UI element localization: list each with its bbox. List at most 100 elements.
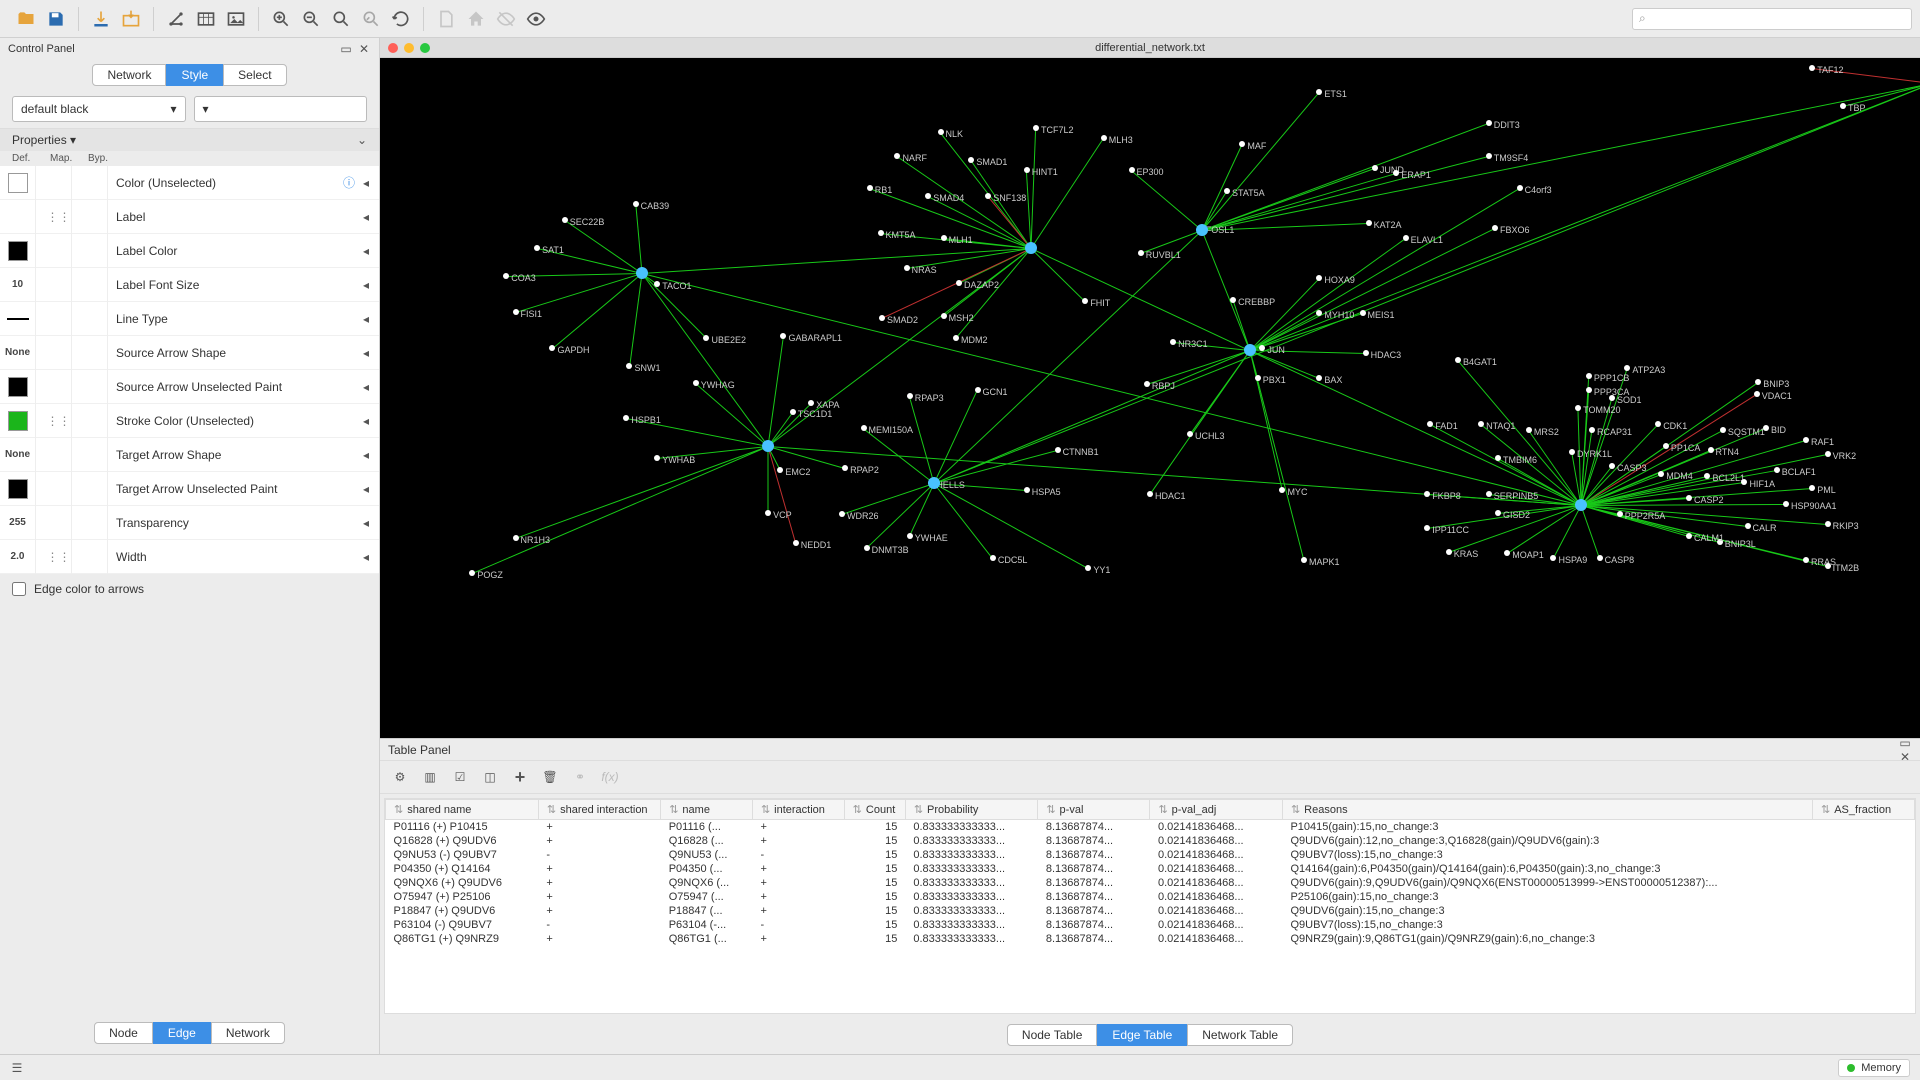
add-icon[interactable]: + xyxy=(510,767,530,787)
tab-network[interactable]: Network xyxy=(211,1022,285,1044)
save-icon[interactable] xyxy=(44,7,68,31)
network-node[interactable] xyxy=(975,387,981,393)
table-row[interactable]: O75947 (+) P25106+O75947 (...+150.833333… xyxy=(386,890,1915,904)
mapping-cell[interactable] xyxy=(36,438,72,472)
zoom-in-icon[interactable] xyxy=(269,7,293,31)
network-node[interactable] xyxy=(1138,250,1144,256)
network-node[interactable] xyxy=(1187,431,1193,437)
network-node[interactable] xyxy=(1492,225,1498,231)
network-node[interactable] xyxy=(703,335,709,341)
network-node[interactable] xyxy=(861,425,867,431)
network-node[interactable] xyxy=(1617,511,1623,517)
network-node[interactable] xyxy=(1372,165,1378,171)
expand-caret-icon[interactable]: ◂ xyxy=(359,312,373,326)
function-label[interactable]: f(x) xyxy=(600,767,620,787)
traffic-max-icon[interactable] xyxy=(420,43,430,53)
network-node[interactable] xyxy=(1495,455,1501,461)
property-row[interactable]: Line Type◂ xyxy=(0,302,379,336)
bypass-cell[interactable] xyxy=(72,336,108,370)
expand-caret-icon[interactable]: ◂ xyxy=(359,244,373,258)
network-node[interactable] xyxy=(907,533,913,539)
property-row[interactable]: Target Arrow Unselected Paint◂ xyxy=(0,472,379,506)
network-node[interactable] xyxy=(1366,220,1372,226)
network-node[interactable] xyxy=(956,280,962,286)
mapping-cell[interactable] xyxy=(36,336,72,370)
network-node[interactable] xyxy=(1495,510,1501,516)
network-node[interactable] xyxy=(1024,487,1030,493)
bypass-cell[interactable] xyxy=(72,268,108,302)
network-node[interactable] xyxy=(1316,275,1322,281)
bypass-cell[interactable] xyxy=(72,540,108,574)
default-swatch[interactable] xyxy=(0,370,36,404)
network-node[interactable] xyxy=(1840,103,1846,109)
network-node[interactable] xyxy=(1655,421,1661,427)
list-icon[interactable]: ☰ xyxy=(10,1061,24,1075)
network-node[interactable] xyxy=(1424,525,1430,531)
mapping-cell[interactable] xyxy=(36,234,72,268)
expand-caret-icon[interactable]: ◂ xyxy=(359,346,373,360)
network-node[interactable] xyxy=(990,555,996,561)
network-node[interactable] xyxy=(1754,391,1760,397)
network-node[interactable] xyxy=(790,409,796,415)
network-hub-node[interactable] xyxy=(1575,499,1587,511)
network-node[interactable] xyxy=(1741,479,1747,485)
network-node[interactable] xyxy=(879,315,885,321)
data-grid[interactable]: ⇅shared name⇅shared interaction⇅name⇅int… xyxy=(384,798,1916,1014)
network-node[interactable] xyxy=(1609,395,1615,401)
traffic-close-icon[interactable] xyxy=(388,43,398,53)
network-node[interactable] xyxy=(1082,298,1088,304)
network-node[interactable] xyxy=(1658,471,1664,477)
network-node[interactable] xyxy=(1569,449,1575,455)
network-node[interactable] xyxy=(693,380,699,386)
network-node[interactable] xyxy=(549,345,555,351)
toolbar-search[interactable]: ⌕ xyxy=(1632,8,1912,30)
bypass-cell[interactable] xyxy=(72,506,108,540)
network-node[interactable] xyxy=(1486,153,1492,159)
property-row[interactable]: Color (Unselected)ⓘ◂ xyxy=(0,166,379,200)
network-node[interactable] xyxy=(904,265,910,271)
network-node[interactable] xyxy=(780,333,786,339)
show-icon[interactable] xyxy=(524,7,548,31)
network-node[interactable] xyxy=(1517,185,1523,191)
network-node[interactable] xyxy=(1575,405,1581,411)
network-node[interactable] xyxy=(1393,170,1399,176)
network-node[interactable] xyxy=(1279,487,1285,493)
style-options-button[interactable]: ▾ xyxy=(194,96,368,122)
network-node[interactable] xyxy=(1586,373,1592,379)
network-node[interactable] xyxy=(1504,550,1510,556)
bypass-cell[interactable] xyxy=(72,370,108,404)
default-swatch[interactable] xyxy=(0,404,36,438)
expand-caret-icon[interactable]: ◂ xyxy=(359,210,373,224)
network-node[interactable] xyxy=(1239,141,1245,147)
float-window-icon[interactable]: ▭ xyxy=(339,42,353,56)
gear-icon[interactable]: ⚙ xyxy=(390,767,410,787)
network-node[interactable] xyxy=(1809,485,1815,491)
network-node[interactable] xyxy=(1301,557,1307,563)
home-icon[interactable] xyxy=(464,7,488,31)
network-node[interactable] xyxy=(1424,491,1430,497)
default-swatch[interactable] xyxy=(0,166,36,200)
properties-label[interactable]: Properties ▾ xyxy=(12,133,76,147)
traffic-min-icon[interactable] xyxy=(404,43,414,53)
network-node[interactable] xyxy=(1147,491,1153,497)
default-swatch[interactable] xyxy=(0,472,36,506)
new-document-icon[interactable] xyxy=(434,7,458,31)
network-node[interactable] xyxy=(968,157,974,163)
network-node[interactable] xyxy=(1624,365,1630,371)
table-row[interactable]: P01116 (+) P10415+P01116 (...+150.833333… xyxy=(386,820,1915,835)
network-node[interactable] xyxy=(633,201,639,207)
property-row[interactable]: 255Transparency◂ xyxy=(0,506,379,540)
network-node[interactable] xyxy=(1825,563,1831,569)
network-node[interactable] xyxy=(1255,375,1261,381)
table-row[interactable]: Q9NQX6 (+) Q9UDV6+Q9NQX6 (...+150.833333… xyxy=(386,876,1915,890)
network-node[interactable] xyxy=(793,540,799,546)
network-node[interactable] xyxy=(1230,297,1236,303)
network-node[interactable] xyxy=(469,570,475,576)
hide-icon[interactable] xyxy=(494,7,518,31)
column-header[interactable]: ⇅Reasons xyxy=(1282,800,1812,820)
network-hub-node[interactable] xyxy=(762,440,774,452)
column-header[interactable]: ⇅AS_fraction xyxy=(1813,800,1915,820)
network-node[interactable] xyxy=(1609,463,1615,469)
table-row[interactable]: Q16828 (+) Q9UDV6+Q16828 (...+150.833333… xyxy=(386,834,1915,848)
network-node[interactable] xyxy=(1455,357,1461,363)
